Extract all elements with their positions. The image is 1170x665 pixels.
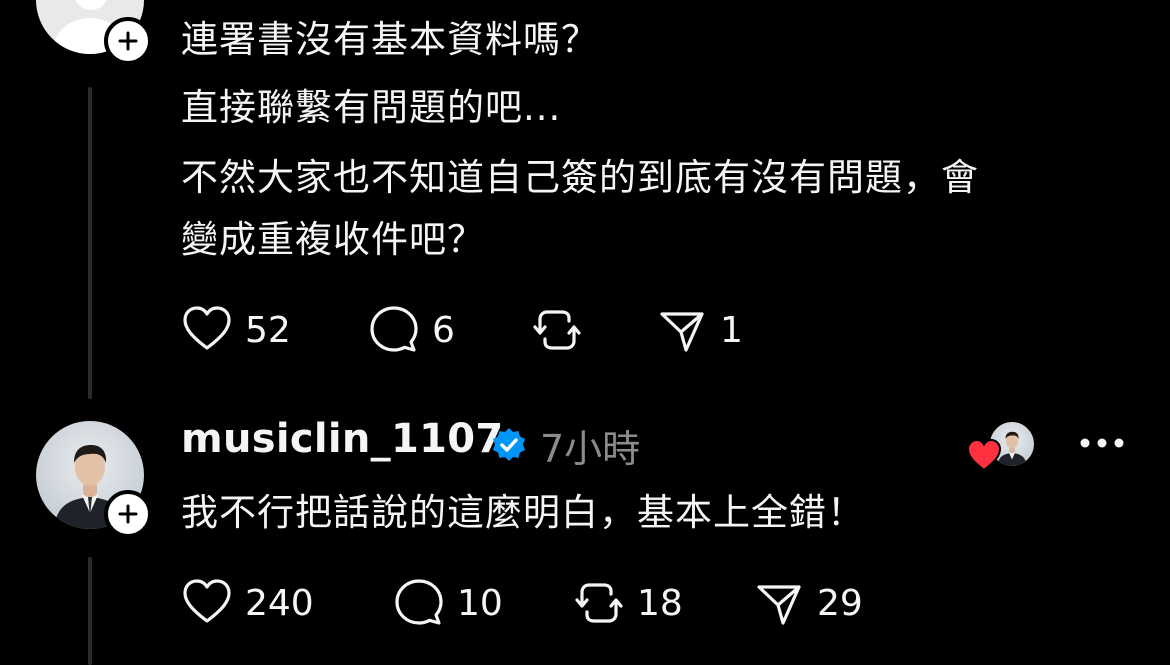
like-button[interactable]: 52 <box>181 304 368 356</box>
share-button[interactable]: 1 <box>656 304 743 356</box>
comment-icon <box>370 306 418 352</box>
thread-line <box>88 557 92 665</box>
post-timestamp: 7小時 <box>540 427 641 471</box>
parent-post-text-line: 不然大家也不知道自己簽的到底有沒有問題，會 <box>181 156 979 199</box>
heart-icon <box>183 579 231 623</box>
share-count: 1 <box>720 309 743 351</box>
thread-line <box>88 87 92 399</box>
reply-count: 6 <box>432 309 455 351</box>
repost-count: 18 <box>637 582 683 624</box>
reply-post-actions: 240 10 18 29 <box>181 575 863 631</box>
heart-icon <box>183 306 231 350</box>
repost-button[interactable]: 18 <box>573 577 753 629</box>
share-button[interactable]: 29 <box>753 577 863 629</box>
plus-icon <box>118 31 138 51</box>
like-button[interactable]: 240 <box>181 577 393 629</box>
reply-post-text: 我不行把話說的這麼明白，基本上全錯！ <box>181 491 865 534</box>
repost-icon <box>575 583 623 623</box>
like-count: 52 <box>245 309 291 351</box>
comment-icon <box>395 579 443 625</box>
parent-post-text-line: 直接聯繫有問題的吧... <box>181 86 562 129</box>
parent-post-text-line: 連署書沒有基本資料嗎？ <box>181 18 599 61</box>
liked-by-author-indicator <box>966 420 1040 472</box>
repost-button[interactable] <box>531 304 656 356</box>
plus-icon <box>118 504 138 524</box>
like-count: 240 <box>245 582 314 624</box>
reply-button[interactable]: 10 <box>393 577 573 629</box>
more-options-button[interactable] <box>1078 425 1126 461</box>
username[interactable]: musiclin_1107 <box>181 416 504 462</box>
parent-post-text-line: 變成重複收件吧？ <box>181 218 485 261</box>
reply-button[interactable]: 6 <box>368 304 531 356</box>
parent-post-actions: 52 6 1 <box>181 302 743 358</box>
follow-button[interactable] <box>104 490 152 538</box>
share-count: 29 <box>817 582 863 624</box>
send-icon <box>660 312 704 352</box>
follow-button[interactable] <box>104 17 152 65</box>
threads-conversation: 連署書沒有基本資料嗎？ 直接聯繫有問題的吧... 不然大家也不知道自己簽的到底有… <box>0 0 1170 665</box>
verified-badge-icon <box>493 428 525 461</box>
repost-icon <box>533 310 581 350</box>
red-heart-icon <box>966 438 1002 472</box>
more-icon <box>1080 438 1124 448</box>
send-icon <box>757 585 801 625</box>
reply-count: 10 <box>457 582 503 624</box>
avatar-placeholder-head <box>74 0 108 10</box>
